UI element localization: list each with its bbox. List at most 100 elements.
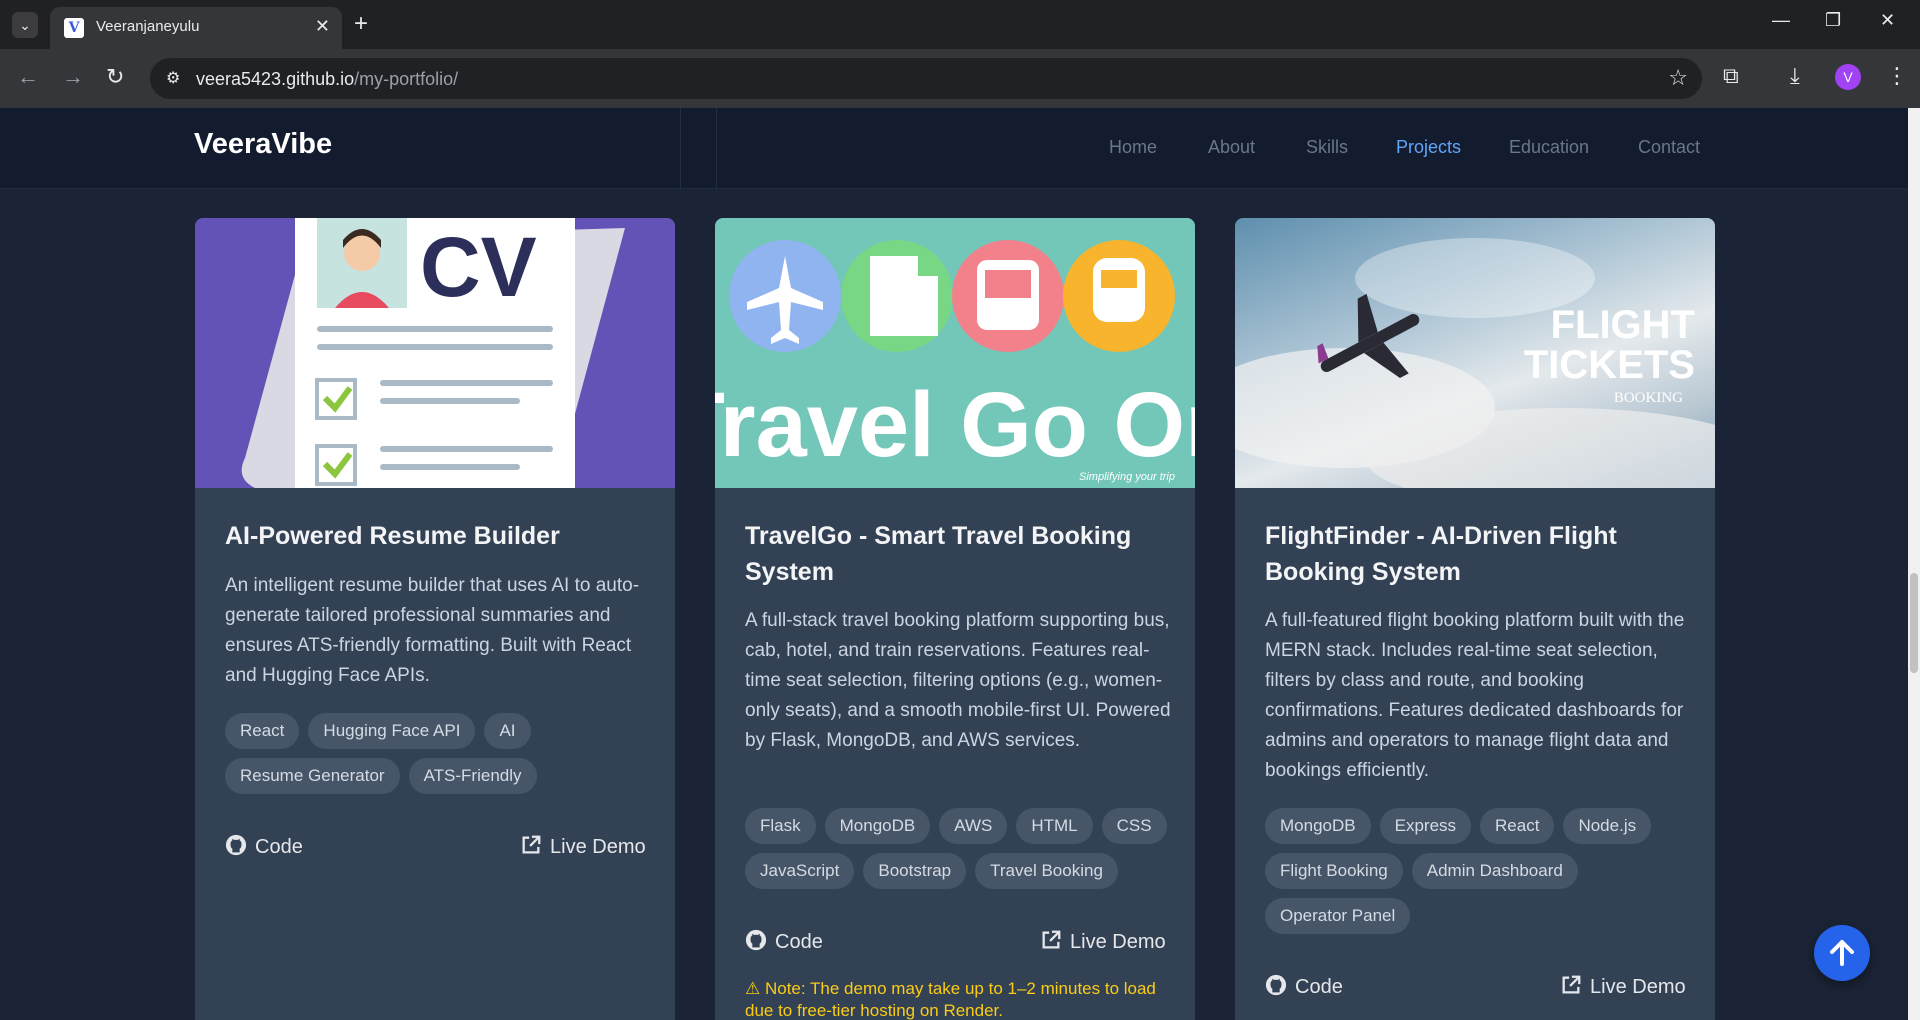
tag: ATS-Friendly: [408, 758, 537, 794]
tag: Resume Generator: [225, 758, 400, 794]
project-title: AI-Powered Resume Builder: [225, 522, 560, 550]
download-icon[interactable]: ⤓: [1790, 63, 1800, 89]
cv-text: CV: [420, 220, 537, 314]
project-tags: React Hugging Face API AI Resume Generat…: [225, 713, 655, 794]
scrollbar-thumb[interactable]: [1910, 573, 1918, 673]
code-link[interactable]: Code: [225, 834, 303, 862]
external-link-icon: [1040, 929, 1062, 957]
resume-illustration: CV: [241, 218, 625, 488]
nav-education[interactable]: Education: [1509, 137, 1589, 158]
tag: Flask: [745, 808, 816, 844]
tag: Travel Booking: [975, 853, 1118, 889]
browser-tab[interactable]: V Veeranjaneyulu ✕: [50, 7, 342, 49]
profile-avatar[interactable]: V: [1835, 64, 1861, 90]
project-image-flight: FLIGHT TICKETS BOOKING: [1235, 218, 1715, 488]
nav-projects[interactable]: Projects: [1396, 137, 1461, 158]
booking-text: BOOKING: [1614, 390, 1683, 406]
page-viewport: VeeraVibe Home About Skills Projects Edu…: [0, 108, 1908, 1020]
project-description: A full-featured flight booking platform …: [1265, 610, 1685, 781]
tab-title: Veeranjaneyulu: [96, 18, 200, 35]
nav-home[interactable]: Home: [1109, 137, 1157, 158]
nav-contact[interactable]: Contact: [1638, 137, 1700, 158]
project-image-resume: CV: [195, 218, 675, 488]
back-icon[interactable]: ←: [17, 64, 39, 90]
header-backdrop-divider: [716, 108, 717, 189]
tag: Hugging Face API: [308, 713, 476, 749]
project-card-flightfinder: FLIGHT TICKETS BOOKING FlightFinder - AI…: [1235, 218, 1715, 1020]
project-card-travelgo: Travel Go On Simplifying your trip Trave…: [715, 218, 1195, 1020]
close-window-icon[interactable]: ✕: [1880, 10, 1895, 31]
project-tags: MongoDB Express React Node.js Flight Boo…: [1265, 808, 1695, 934]
menu-kebab-icon[interactable]: ⋮: [1886, 63, 1908, 89]
flight-text: FLIGHT: [1551, 303, 1695, 347]
url-host: veera5423.github.io: [196, 69, 355, 89]
site-header: VeeraVibe Home About Skills Projects Edu…: [0, 108, 1908, 189]
tab-search-button[interactable]: ⌄: [12, 12, 38, 38]
tag: JavaScript: [745, 853, 855, 889]
live-demo-link[interactable]: Live Demo: [520, 834, 646, 862]
extensions-icon[interactable]: ⧉: [1723, 63, 1739, 89]
tag: HTML: [1016, 808, 1093, 844]
tag: AWS: [939, 808, 1008, 844]
project-title: TravelGo - Smart Travel Booking System: [745, 522, 1132, 586]
flight-illustration: FLIGHT TICKETS BOOKING: [1235, 238, 1715, 488]
tag: CSS: [1101, 808, 1167, 844]
tickets-text: TICKETS: [1524, 343, 1695, 387]
tag: Node.js: [1563, 808, 1652, 844]
tag: React: [1480, 808, 1555, 844]
code-link[interactable]: Code: [745, 929, 823, 957]
travel-subtext: Simplifying your trip: [1079, 471, 1175, 483]
project-description: A full-stack travel booking platform sup…: [745, 610, 1171, 751]
github-icon: [1265, 974, 1287, 1002]
page-scrollbar[interactable]: [1908, 108, 1920, 1020]
travel-illustration: Travel Go On Simplifying your trip: [715, 240, 1195, 483]
tag: AI: [484, 713, 531, 749]
browser-toolbar: ← → ↻ ⚙ veera5423.github.io/my-portfolio…: [0, 49, 1920, 108]
github-icon: [745, 929, 767, 957]
tab-close-icon[interactable]: ✕: [315, 16, 330, 37]
project-tags: Flask MongoDB AWS HTML CSS JavaScript Bo…: [745, 808, 1175, 889]
tag: Operator Panel: [1265, 898, 1411, 934]
live-demo-link[interactable]: Live Demo: [1560, 974, 1686, 1002]
tag: MongoDB: [824, 808, 931, 844]
brand-logo[interactable]: VeeraVibe: [194, 128, 332, 161]
minimize-icon[interactable]: —: [1772, 10, 1790, 31]
bookmark-star-icon[interactable]: ☆: [1668, 65, 1688, 91]
tag: MongoDB: [1265, 808, 1371, 844]
live-demo-link[interactable]: Live Demo: [1040, 929, 1166, 957]
forward-icon[interactable]: →: [62, 64, 84, 90]
tag: React: [225, 713, 300, 749]
demo-label: Live Demo: [1070, 931, 1166, 953]
restore-icon[interactable]: ❐: [1825, 10, 1841, 31]
scroll-to-top-button[interactable]: [1814, 925, 1870, 981]
site-info-icon[interactable]: ⚙: [166, 68, 180, 88]
tag: Admin Dashboard: [1411, 853, 1578, 889]
code-label: Code: [255, 836, 303, 858]
tag: Flight Booking: [1265, 853, 1403, 889]
warning-icon: ⚠: [745, 979, 765, 998]
url-text[interactable]: veera5423.github.io/my-portfolio/: [196, 69, 458, 90]
reload-icon[interactable]: ↻: [106, 64, 124, 90]
travel-go-on-text: Travel Go On: [715, 374, 1195, 476]
github-icon: [225, 834, 247, 862]
tab-favicon: V: [64, 18, 84, 38]
project-image-travelgo: Travel Go On Simplifying your trip: [715, 218, 1195, 488]
nav-skills[interactable]: Skills: [1306, 137, 1348, 158]
project-card-resume-builder: CV AI-Powered Resume Builder An intellig…: [195, 218, 675, 1020]
tag: Express: [1379, 808, 1472, 844]
arrow-up-icon: [1830, 940, 1854, 966]
address-bar[interactable]: ⚙ veera5423.github.io/my-portfolio/ ☆: [150, 58, 1702, 99]
url-path: /my-portfolio/: [354, 69, 459, 89]
code-label: Code: [775, 931, 823, 953]
code-link[interactable]: Code: [1265, 974, 1343, 1002]
demo-note-text: Note: The demo may take up to 1–2 minute…: [745, 979, 1156, 1020]
nav-about[interactable]: About: [1208, 137, 1255, 158]
browser-tabbar: ⌄ V Veeranjaneyulu ✕ + — ❐ ✕: [0, 0, 1920, 49]
header-backdrop-divider: [680, 108, 681, 189]
new-tab-button[interactable]: +: [354, 10, 368, 38]
project-description: An intelligent resume builder that uses …: [225, 575, 640, 686]
external-link-icon: [520, 834, 542, 862]
external-link-icon: [1560, 974, 1582, 1002]
demo-note: ⚠ Note: The demo may take up to 1–2 minu…: [745, 978, 1175, 1020]
tag: Bootstrap: [863, 853, 967, 889]
